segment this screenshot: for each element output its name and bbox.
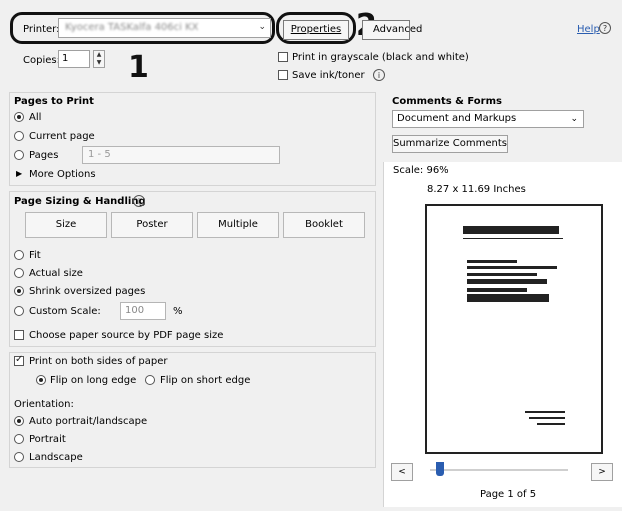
pages-to-print-title: Pages to Print [14, 96, 94, 107]
radio-custom-scale-label: Custom Scale: [29, 306, 101, 317]
printer-label: Printer: [23, 24, 60, 35]
preview-text-line [467, 266, 557, 269]
paper-dimensions: 8.27 x 11.69 Inches [427, 184, 526, 195]
radio-current-page[interactable] [14, 131, 24, 141]
radio-actual-size-label: Actual size [29, 268, 83, 279]
preview-footer-line [537, 423, 565, 425]
help-link[interactable]: Help [577, 24, 600, 35]
duplex-orientation-panel [9, 352, 376, 468]
printer-select[interactable]: Kyocera TASKalfa 406ci KX ⌄ [58, 18, 271, 38]
radio-portrait-label: Portrait [29, 434, 66, 445]
copies-stepper[interactable]: ▲ ▼ [93, 50, 105, 68]
radio-all[interactable] [14, 112, 24, 122]
radio-pages-label: Pages [29, 150, 59, 161]
booklet-button[interactable]: Booklet [283, 212, 365, 238]
save-ink-label: Save ink/toner [292, 70, 365, 81]
paper-source-checkbox[interactable] [14, 330, 24, 340]
radio-flip-long[interactable] [36, 375, 46, 385]
callout-number-1: 1 [128, 50, 149, 85]
printer-value: Kyocera TASKalfa 406ci KX [65, 22, 199, 33]
pages-range-input[interactable]: 1 - 5 [82, 146, 280, 164]
percent-label: % [173, 306, 183, 317]
info-icon[interactable]: i [133, 195, 145, 207]
expand-triangle-icon[interactable]: ▶ [16, 169, 22, 178]
scale-readout: Scale: 96% [393, 165, 449, 176]
page-sizing-title: Page Sizing & Handling [14, 196, 146, 207]
radio-current-page-label: Current page [29, 131, 95, 142]
custom-scale-input[interactable]: 100 [120, 302, 166, 320]
radio-landscape[interactable] [14, 452, 24, 462]
comments-select-value: Document and Markups [397, 113, 517, 124]
preview-title-bar [463, 226, 559, 234]
chevron-down-icon: ⌄ [570, 114, 578, 124]
next-page-button[interactable]: > [591, 463, 613, 481]
multiple-button[interactable]: Multiple [197, 212, 279, 238]
preview-footer-line [529, 417, 565, 419]
paper-source-label: Choose paper source by PDF page size [29, 330, 224, 341]
preview-text-line [467, 279, 547, 284]
radio-all-label: All [29, 112, 42, 123]
properties-button[interactable]: Properties [283, 20, 349, 40]
radio-flip-long-label: Flip on long edge [50, 375, 137, 386]
preview-text-block [467, 294, 549, 302]
save-ink-checkbox[interactable] [278, 70, 288, 80]
advanced-button[interactable]: Advanced [362, 20, 422, 40]
grayscale-label: Print in grayscale (black and white) [292, 52, 469, 63]
poster-button[interactable]: Poster [111, 212, 193, 238]
radio-fit-label: Fit [29, 250, 41, 261]
chevron-down-icon: ⌄ [258, 22, 266, 32]
info-icon[interactable]: i [373, 69, 385, 81]
preview-text-line [467, 260, 517, 263]
summarize-comments-button[interactable]: Summarize Comments [392, 135, 508, 153]
both-sides-checkbox[interactable] [14, 354, 24, 366]
radio-shrink-label: Shrink oversized pages [29, 286, 146, 297]
radio-custom-scale[interactable] [14, 306, 24, 316]
radio-pages[interactable] [14, 150, 24, 160]
comments-forms-title: Comments & Forms [392, 96, 502, 107]
preview-text-line [467, 273, 537, 276]
comments-select[interactable]: Document and Markups ⌄ [392, 110, 584, 128]
page-slider-track[interactable] [430, 469, 568, 471]
radio-fit[interactable] [14, 250, 24, 260]
orientation-title: Orientation: [14, 399, 74, 410]
grayscale-checkbox[interactable] [278, 52, 288, 62]
size-button[interactable]: Size [25, 212, 107, 238]
radio-auto-orientation-label: Auto portrait/landscape [29, 416, 148, 427]
preview-rule [463, 238, 563, 239]
copies-label: Copies: [23, 55, 60, 66]
radio-shrink[interactable] [14, 286, 24, 296]
both-sides-label: Print on both sides of paper [29, 356, 168, 367]
help-icon[interactable]: ? [599, 22, 611, 34]
page-indicator: Page 1 of 5 [480, 489, 537, 500]
prev-page-button[interactable]: < [391, 463, 413, 481]
radio-actual-size[interactable] [14, 268, 24, 278]
preview-footer-line [525, 411, 565, 413]
page-preview [425, 204, 603, 454]
more-options-link[interactable]: More Options [29, 169, 96, 180]
radio-landscape-label: Landscape [29, 452, 83, 463]
radio-portrait[interactable] [14, 434, 24, 444]
radio-flip-short[interactable] [145, 375, 155, 385]
radio-flip-short-label: Flip on short edge [160, 375, 251, 386]
copies-input[interactable]: 1 [58, 50, 90, 68]
preview-text-line [467, 288, 527, 292]
radio-auto-orientation[interactable] [14, 416, 24, 426]
page-slider-thumb[interactable] [436, 462, 444, 476]
